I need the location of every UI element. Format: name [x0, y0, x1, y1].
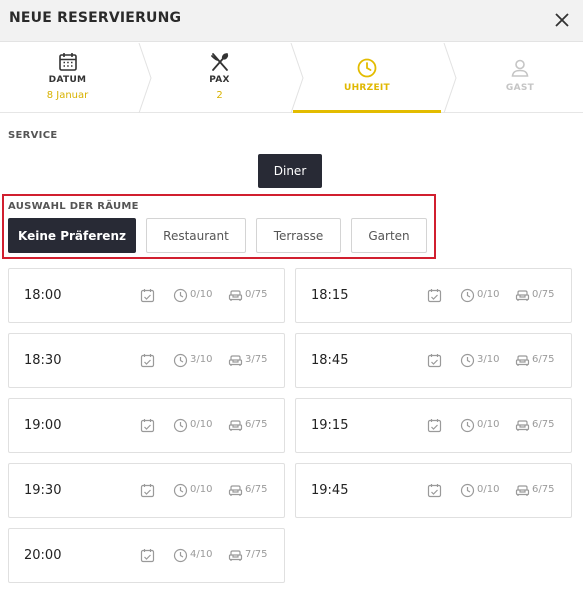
clock-icon — [173, 353, 188, 368]
clock-icon — [460, 288, 475, 303]
time-slot-card[interactable]: 18:45 3/10 6/75 — [295, 333, 572, 388]
clock-icon — [460, 418, 475, 433]
clock-icon — [460, 483, 475, 498]
time-slot-time: 18:00 — [24, 288, 62, 303]
clock-icon — [357, 58, 377, 78]
calendar-check-icon — [140, 548, 155, 563]
time-slot-time: 20:00 — [24, 548, 62, 563]
cutlery-icon — [210, 53, 228, 71]
time-slot-card[interactable]: 19:15 0/10 6/75 — [295, 398, 572, 453]
calendar-check-icon — [427, 483, 442, 498]
room-option-restaurant[interactable]: Restaurant — [146, 218, 246, 253]
capacity-count: 6/75 — [532, 419, 555, 430]
sofa-icon — [228, 353, 243, 368]
step-value: 2 — [216, 90, 223, 101]
time-slot-card[interactable]: 19:45 0/10 6/75 — [295, 463, 572, 518]
capacity-count: 3/75 — [245, 354, 268, 365]
step-label: UHRZEIT — [343, 83, 391, 93]
chevron-divider-icon — [443, 43, 457, 113]
sofa-icon — [228, 483, 243, 498]
step-gast: GAST — [457, 43, 583, 113]
time-slot-card[interactable]: 19:30 0/10 6/75 — [8, 463, 285, 518]
clock-icon — [460, 353, 475, 368]
time-slot-time: 19:00 — [24, 418, 62, 433]
step-datum[interactable]: DATUM 8 Januar — [0, 43, 135, 113]
reservations-count: 4/10 — [190, 549, 213, 560]
reservations-count: 0/10 — [477, 419, 500, 430]
reservations-count: 3/10 — [190, 354, 213, 365]
calendar-check-icon — [140, 353, 155, 368]
room-option-garten[interactable]: Garten — [351, 218, 427, 253]
close-icon[interactable] — [551, 9, 573, 31]
step-pax[interactable]: PAX 2 — [152, 43, 287, 113]
modal-title: NEUE RESERVIERUNG — [9, 10, 182, 26]
chevron-divider-icon — [138, 43, 152, 113]
time-slot-card[interactable]: 19:00 0/10 6/75 — [8, 398, 285, 453]
step-label: DATUM — [48, 75, 87, 85]
service-diner-button[interactable]: Diner — [258, 154, 322, 188]
reservations-count: 0/10 — [190, 419, 213, 430]
capacity-count: 7/75 — [245, 549, 268, 560]
modal-header: NEUE RESERVIERUNG — [0, 0, 583, 42]
step-label: GAST — [505, 83, 535, 93]
step-label: PAX — [209, 75, 230, 85]
sofa-icon — [228, 418, 243, 433]
calendar-check-icon — [427, 288, 442, 303]
capacity-count: 0/75 — [245, 289, 268, 300]
calendar-check-icon — [427, 418, 442, 433]
sofa-icon — [228, 288, 243, 303]
time-slot-card[interactable]: 18:30 3/10 3/75 — [8, 333, 285, 388]
capacity-count: 6/75 — [245, 484, 268, 495]
time-slot-time: 19:15 — [311, 418, 349, 433]
step-wizard: DATUM 8 Januar PAX 2 UHRZEIT GAST — [0, 43, 583, 113]
sofa-icon — [515, 288, 530, 303]
time-slot-card[interactable]: 18:00 0/10 0/75 — [8, 268, 285, 323]
time-slot-time: 18:30 — [24, 353, 62, 368]
sofa-icon — [515, 418, 530, 433]
sofa-icon — [228, 548, 243, 563]
capacity-count: 6/75 — [532, 484, 555, 495]
capacity-count: 6/75 — [532, 354, 555, 365]
step-uhrzeit[interactable]: UHRZEIT — [293, 43, 441, 113]
calendar-check-icon — [140, 418, 155, 433]
room-option-terrasse[interactable]: Terrasse — [256, 218, 341, 253]
reservations-count: 0/10 — [477, 484, 500, 495]
capacity-count: 0/75 — [532, 289, 555, 300]
reservations-count: 0/10 — [477, 289, 500, 300]
clock-icon — [173, 548, 188, 563]
calendar-check-icon — [140, 288, 155, 303]
time-slot-time: 18:15 — [311, 288, 349, 303]
time-slot-time: 18:45 — [311, 353, 349, 368]
calendar-check-icon — [140, 483, 155, 498]
sofa-icon — [515, 483, 530, 498]
capacity-count: 6/75 — [245, 419, 268, 430]
user-icon — [511, 59, 529, 77]
sofa-icon — [515, 353, 530, 368]
reservations-count: 0/10 — [190, 289, 213, 300]
service-label: SERVICE — [8, 130, 58, 141]
reservations-count: 3/10 — [477, 354, 500, 365]
calendar-icon — [58, 53, 77, 71]
time-slot-card[interactable]: 20:00 4/10 7/75 — [8, 528, 285, 583]
time-slot-time: 19:45 — [311, 483, 349, 498]
rooms-label: AUSWAHL DER RÄUME — [8, 201, 139, 212]
time-slot-card[interactable]: 18:15 0/10 0/75 — [295, 268, 572, 323]
clock-icon — [173, 483, 188, 498]
calendar-check-icon — [427, 353, 442, 368]
clock-icon — [173, 288, 188, 303]
reservations-count: 0/10 — [190, 484, 213, 495]
step-value: 8 Januar — [46, 90, 89, 101]
time-slot-time: 19:30 — [24, 483, 62, 498]
clock-icon — [173, 418, 188, 433]
room-option-keine-praeferenz[interactable]: Keine Präferenz — [8, 218, 136, 253]
